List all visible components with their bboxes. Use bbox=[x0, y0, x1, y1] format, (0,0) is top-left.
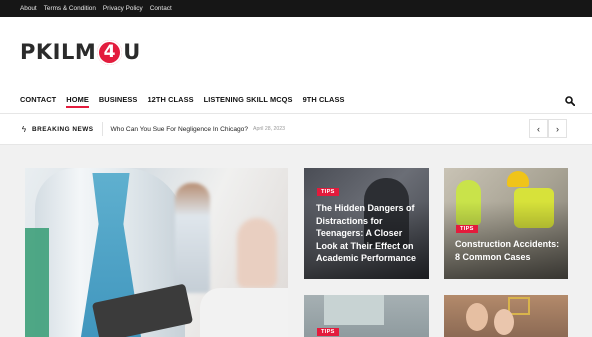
nav-item-12th-class[interactable]: 12TH CLASS bbox=[147, 95, 193, 104]
nav-item-listening-skill-mcqs[interactable]: LISTENING SKILL MCQS bbox=[204, 95, 293, 104]
chevron-left-icon: ‹ bbox=[537, 123, 540, 134]
site-logo[interactable]: PKILM 4 U bbox=[20, 39, 141, 65]
post-tag[interactable]: TIPS bbox=[317, 328, 339, 336]
card-image-person bbox=[466, 303, 488, 331]
site-header: PKILM 4 U CONTACT HOME BUSINESS 12TH CLA… bbox=[0, 17, 592, 145]
nav-item-home[interactable]: HOME bbox=[66, 95, 89, 108]
breaking-news-date: April 28, 2023 bbox=[253, 126, 286, 132]
nav-item-contact[interactable]: CONTACT bbox=[20, 95, 56, 104]
card-image-window bbox=[324, 295, 384, 325]
nav-divider bbox=[0, 113, 592, 114]
ticker-prev-button[interactable]: ‹ bbox=[529, 119, 548, 138]
search-icon[interactable] bbox=[565, 96, 575, 106]
nav-item-business[interactable]: BUSINESS bbox=[99, 95, 138, 104]
ticker-next-button[interactable]: › bbox=[548, 119, 567, 138]
chevron-right-icon: › bbox=[556, 123, 559, 134]
post-card[interactable]: TIPS bbox=[304, 295, 429, 337]
post-tag[interactable]: TIPS bbox=[456, 225, 478, 233]
topbar-link-terms[interactable]: Terms & Condition bbox=[44, 5, 96, 12]
hero-second-doctor bbox=[175, 183, 210, 293]
main-nav: CONTACT HOME BUSINESS 12TH CLASS LISTENI… bbox=[20, 95, 355, 108]
hero-patient bbox=[237, 218, 277, 288]
nav-item-9th-class[interactable]: 9TH CLASS bbox=[303, 95, 345, 104]
logo-text-right: U bbox=[123, 40, 141, 64]
topbar-link-about[interactable]: About bbox=[20, 5, 37, 12]
hero-bed bbox=[200, 288, 288, 337]
bolt-icon: ϟ bbox=[21, 124, 27, 134]
post-card[interactable]: TIPS The Hidden Dangers of Distractions … bbox=[304, 168, 429, 279]
post-card[interactable]: TIPS Construction Accidents: 8 Common Ca… bbox=[444, 168, 568, 279]
logo-text-left: PKILM bbox=[20, 40, 97, 64]
topbar-link-contact[interactable]: Contact bbox=[150, 5, 172, 12]
post-card[interactable] bbox=[444, 295, 568, 337]
topbar-link-privacy[interactable]: Privacy Policy bbox=[103, 5, 143, 12]
post-title[interactable]: The Hidden Dangers of Distractions for T… bbox=[316, 202, 424, 265]
breaking-news-bar: ϟ BREAKING NEWS Who Can You Sue For Negl… bbox=[20, 121, 285, 137]
hero-nurse bbox=[25, 228, 49, 337]
header-bottom-divider bbox=[0, 144, 592, 145]
card-image-person bbox=[494, 309, 514, 335]
hero-post-image[interactable] bbox=[25, 168, 288, 337]
breaking-divider bbox=[101, 122, 103, 136]
logo-circle: 4 bbox=[97, 39, 123, 65]
post-tag[interactable]: TIPS bbox=[317, 188, 339, 196]
post-title[interactable]: Construction Accidents: 8 Common Cases bbox=[455, 238, 565, 263]
breaking-news-label: BREAKING NEWS bbox=[32, 125, 94, 133]
top-bar: About Terms & Condition Privacy Policy C… bbox=[0, 0, 592, 17]
breaking-news-title[interactable]: Who Can You Sue For Negligence In Chicag… bbox=[111, 126, 248, 133]
